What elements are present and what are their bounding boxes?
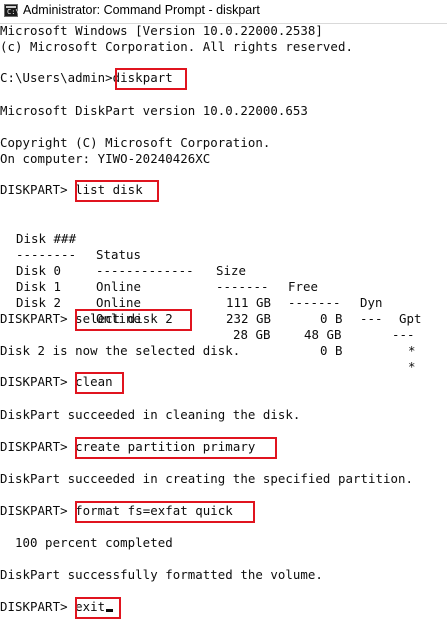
banner-line-1: Microsoft Windows [Version 10.0.22000.25… (0, 23, 323, 38)
highlight-box-list-disk (75, 180, 159, 202)
computer-line: On computer: YIWO-20240426XC (0, 151, 211, 166)
highlight-box-exit (75, 597, 121, 619)
table-row: Disk 0 Online 111 GB 0 B (16, 263, 343, 326)
col-dyn: Dyn (360, 295, 383, 310)
diskpart-version: Microsoft DiskPart version 10.0.22000.65… (0, 103, 308, 118)
table-header-row: Disk ### Status Size Free Dyn Gpt (0, 215, 447, 326)
msg-create: DiskPart succeeded in creating the speci… (0, 471, 414, 486)
table-row: Disk 1 Online 232 GB 48 GB * (16, 279, 416, 358)
msg-clean: DiskPart succeeded in cleaning the disk. (0, 407, 301, 422)
msg-format: DiskPart successfully formatted the volu… (0, 567, 323, 582)
highlight-box-select (75, 309, 192, 331)
table-separator-row: -------- ------------- ------- ------- -… (16, 247, 415, 342)
dp-prompt: DISKPART> (0, 182, 68, 197)
highlight-box-create (75, 437, 277, 459)
console-output[interactable]: Microsoft Windows [Version 10.0.22000.25… (0, 0, 447, 622)
copyright-line: Copyright (C) Microsoft Corporation. (0, 135, 271, 150)
highlight-box-diskpart (115, 68, 187, 90)
highlight-box-format (75, 501, 255, 523)
msg-selected: Disk 2 is now the selected disk. (0, 343, 241, 358)
table-row: Disk 2 Online 28 GB 0 B * (16, 295, 416, 374)
progress-text: 100 percent completed (0, 535, 173, 550)
banner-line-2: (c) Microsoft Corporation. All rights re… (0, 39, 353, 54)
prompt-path: C:\Users\admin> (0, 70, 113, 85)
highlight-box-clean (75, 372, 124, 394)
col-gpt: Gpt (399, 311, 422, 326)
